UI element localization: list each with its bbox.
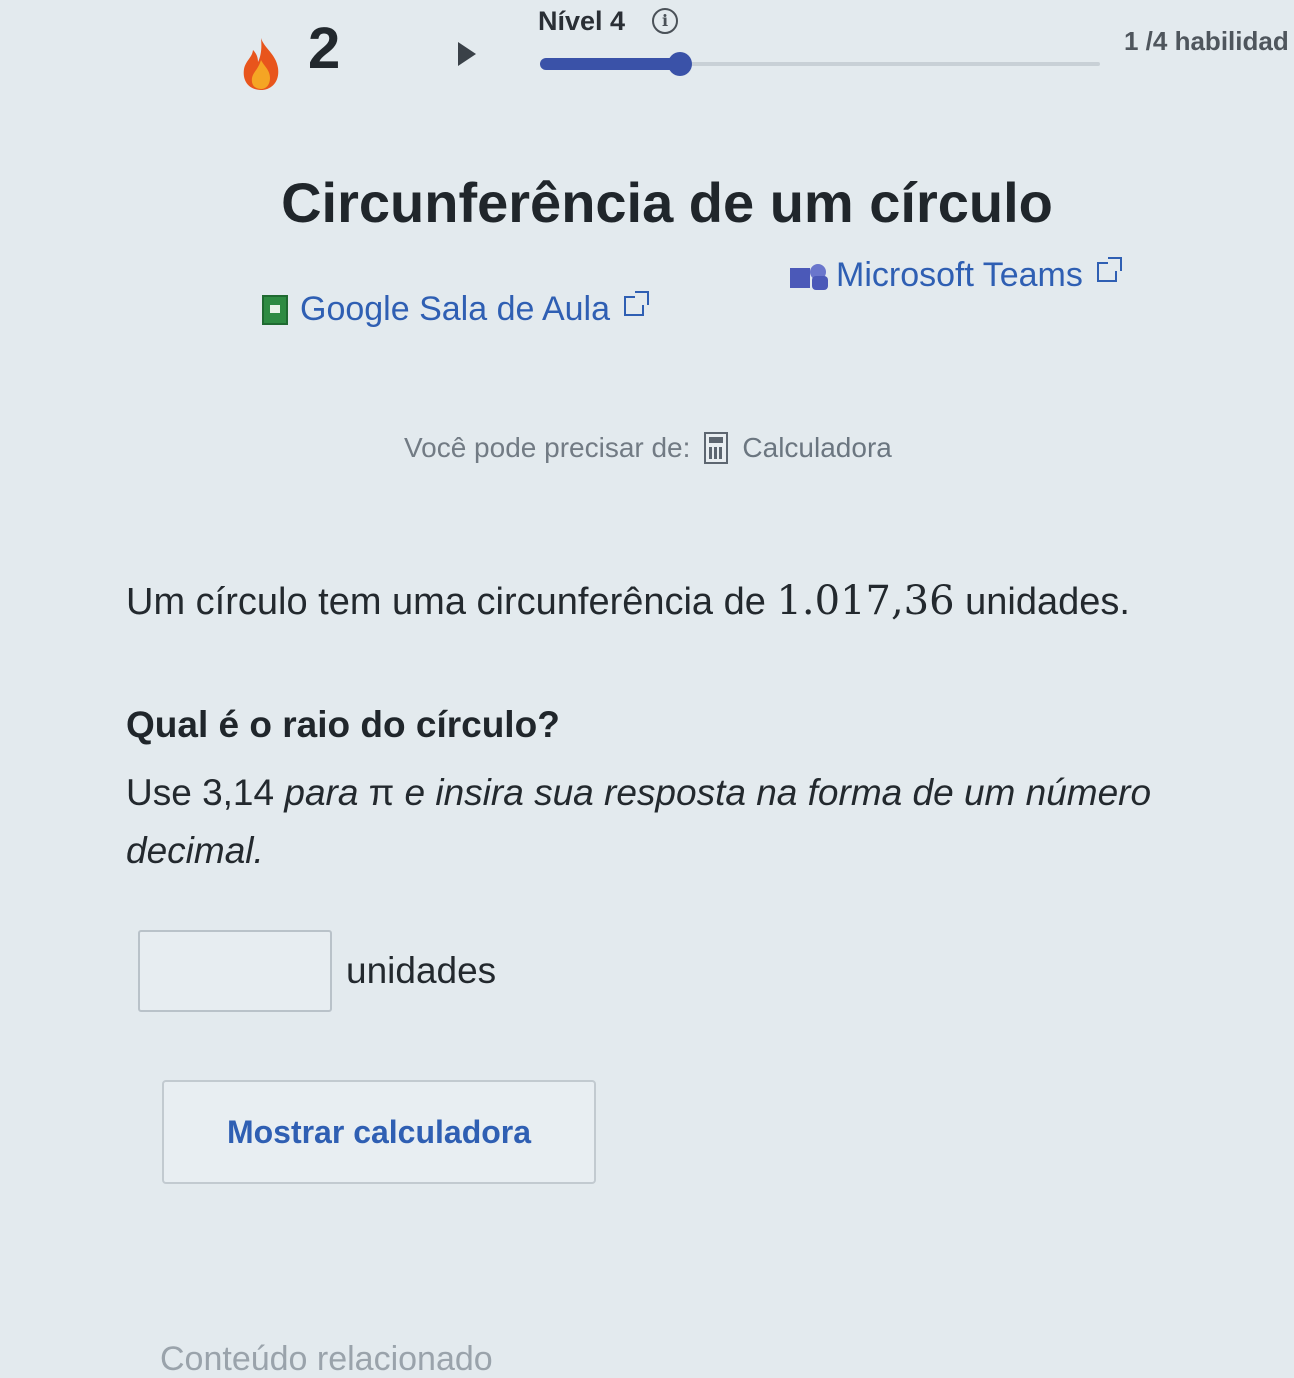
tool-hint-prefix: Você pode precisar de: (404, 432, 691, 463)
microsoft-teams-icon (790, 262, 828, 290)
instructions: Use 3,14 para π e insira sua resposta na… (126, 764, 1276, 880)
page-title: Circunferência de um círculo (281, 171, 1053, 234)
show-calculator-button[interactable]: Mostrar calculadora (162, 1080, 596, 1184)
question-prompt: Qual é o raio do círculo? (126, 704, 560, 745)
fire-icon (243, 38, 279, 90)
info-icon[interactable]: i (652, 8, 678, 34)
google-classroom-label: Google Sala de Aula (300, 290, 611, 328)
microsoft-teams-label: Microsoft Teams (836, 256, 1083, 294)
statement-text-end: unidades. (954, 581, 1130, 623)
level-progress-knob (668, 52, 692, 76)
unit-label: unidades (346, 950, 497, 991)
related-content-heading: Conteúdo relacionado (160, 1340, 493, 1378)
statement-text: Um círculo tem uma circunferência de (126, 581, 777, 623)
external-link-icon (624, 290, 650, 316)
circumference-value: 1.017,36 (776, 578, 955, 624)
progress-header: 2 Nível 4 i 1 /4 habilidad (0, 0, 1294, 110)
google-classroom-link[interactable]: Google Sala de Aula (262, 290, 650, 329)
google-classroom-icon (262, 294, 288, 325)
level-label: Nível 4 (538, 6, 626, 36)
calculator-icon (704, 432, 729, 464)
microsoft-teams-link[interactable]: Microsoft Teams (790, 256, 1122, 295)
skills-count: 1 /4 habilidad (1124, 26, 1289, 56)
external-link-icon (1096, 256, 1122, 282)
streak-count: 2 (308, 16, 341, 81)
tool-hint: Você pode precisar de: Calculadora (404, 432, 892, 464)
pi-value: 3,14 (202, 772, 275, 813)
calculator-link[interactable]: Calculadora (742, 432, 891, 464)
pi-symbol: π (368, 772, 395, 813)
problem-statement: Um círculo tem uma circunferência de 1.0… (126, 578, 1130, 624)
level-progress-fill (540, 58, 680, 70)
instruction-text: Use (126, 772, 203, 813)
play-icon[interactable] (458, 42, 476, 66)
answer-input[interactable] (138, 930, 332, 1012)
instruction-text-middle: para (274, 772, 369, 813)
